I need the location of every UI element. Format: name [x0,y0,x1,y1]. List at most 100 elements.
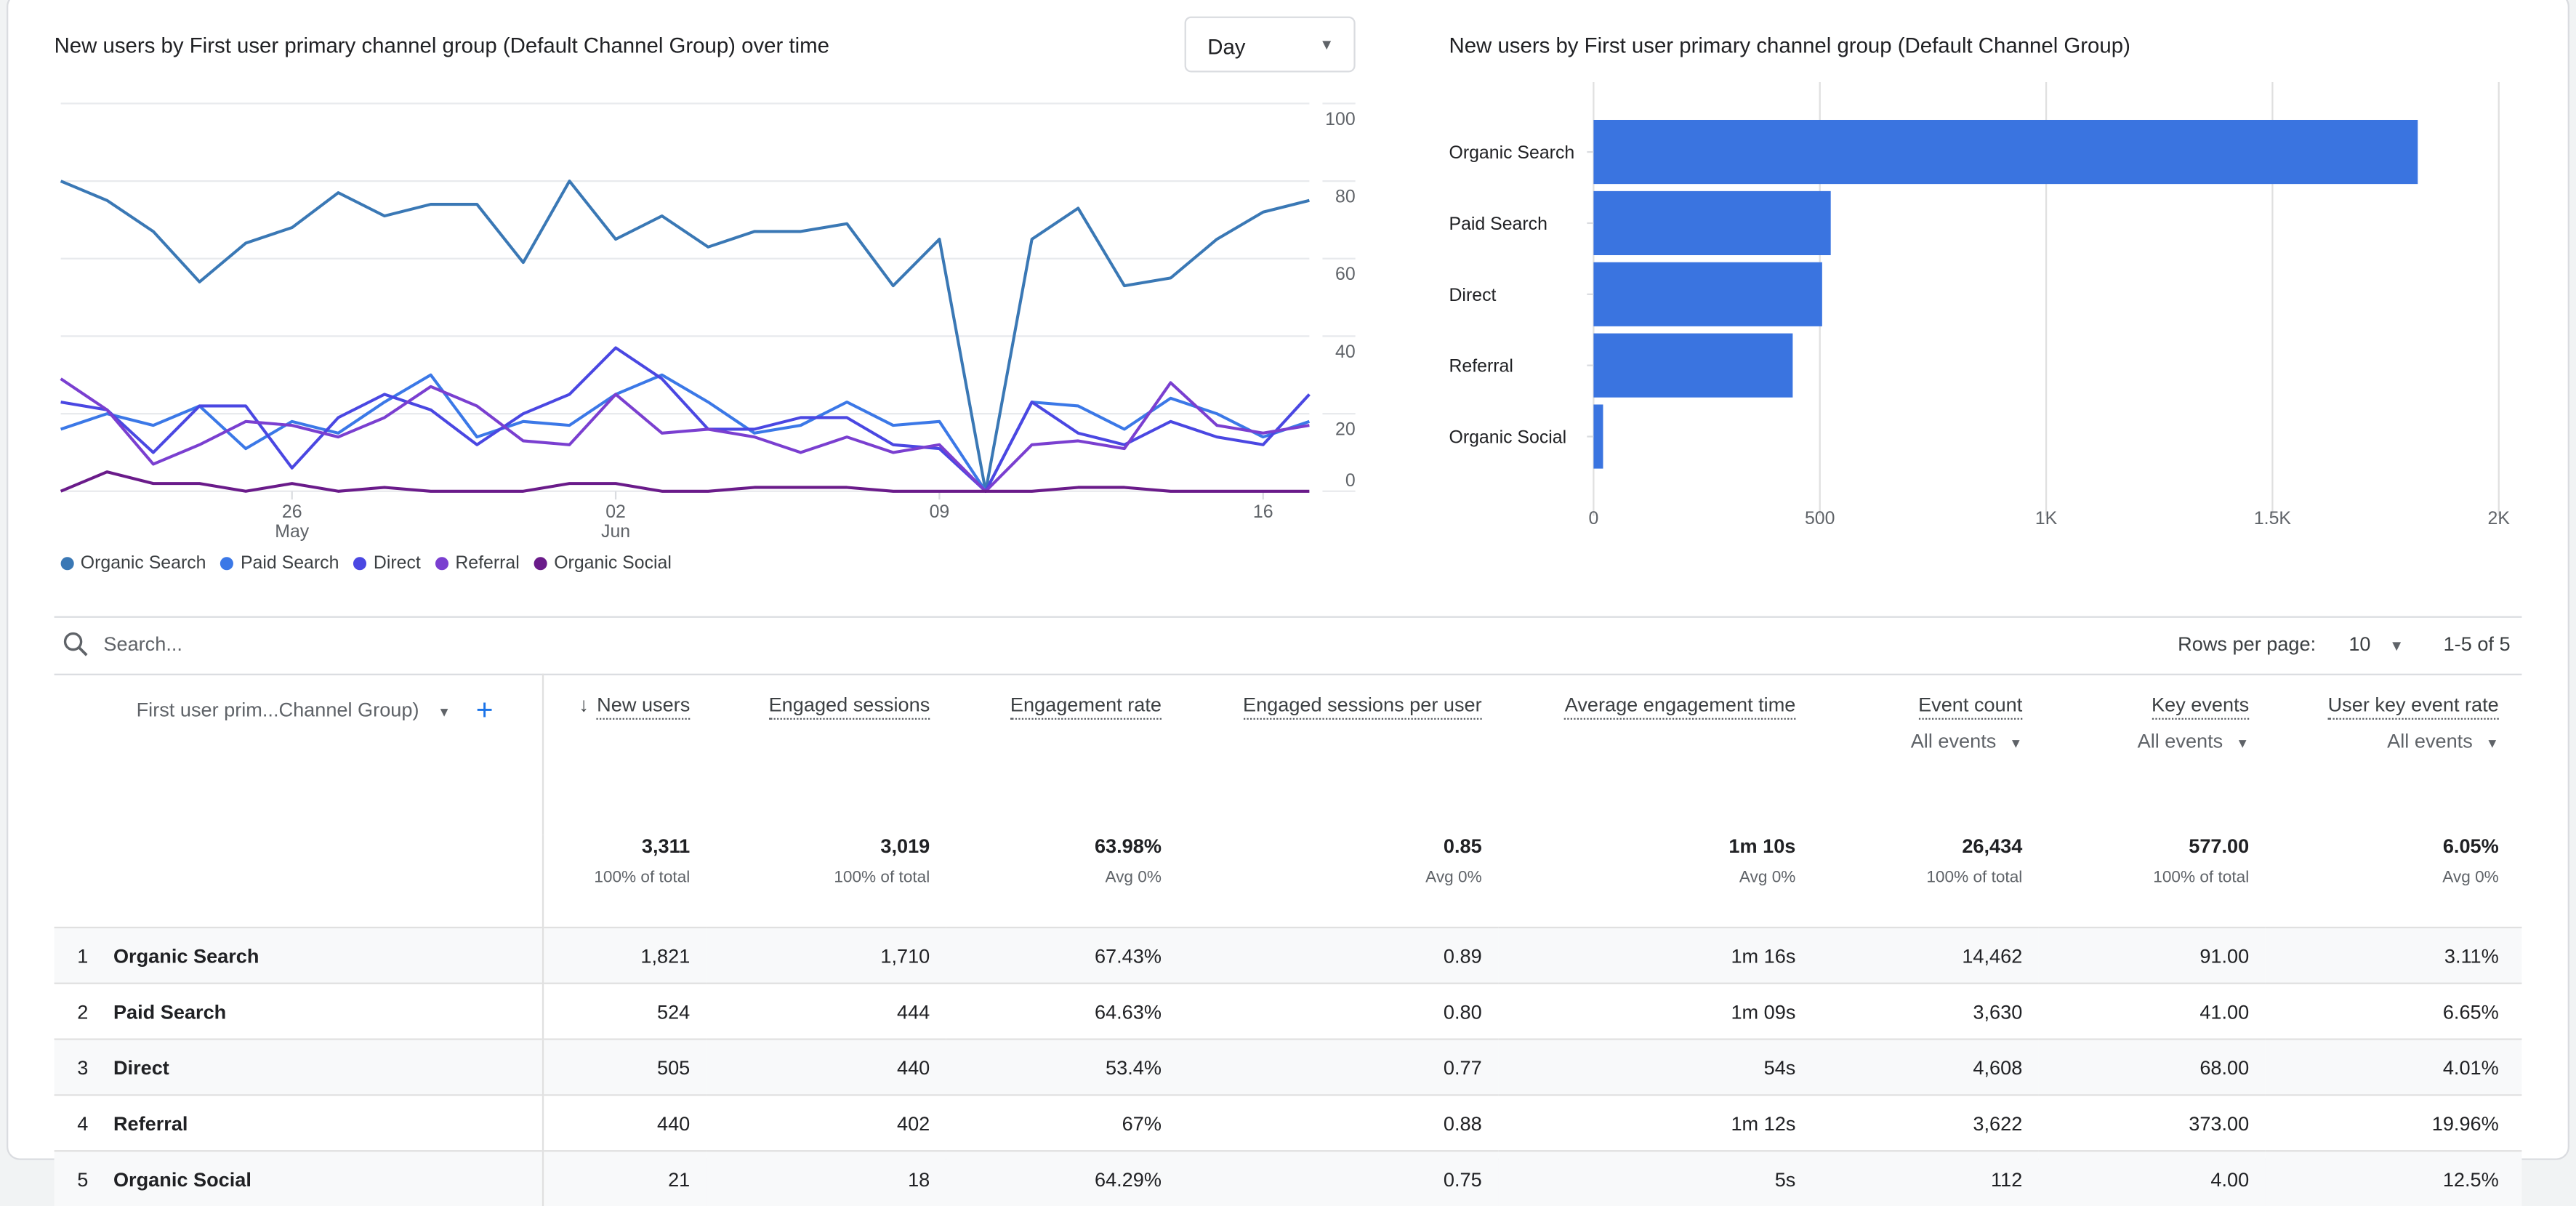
metric-cell: 0.88 [1178,1094,1499,1151]
add-dimension-icon[interactable]: + [476,694,494,726]
metric-cell: 67.43% [946,926,1178,984]
legend-item[interactable]: Direct [353,554,421,574]
category-label: Referral [1449,356,1513,377]
column-header-label: New users [597,694,691,720]
series-line-direct[interactable] [60,346,1311,493]
legend-item[interactable]: Organic Search [60,554,206,574]
table-row[interactable]: 5 Organic Social 21 18 64.29% 0.75 5s 112 4.00 12… [54,1150,2522,1206]
metric-cell: 524 [542,982,707,1040]
column-header-label: Event count [1918,694,2023,720]
bar-chart-title: New users by First user primary channel … [1449,33,2130,58]
series-line-referral[interactable] [60,377,1310,493]
totals-row: 3,311 100% of total 3,019 100% of total 63.9… [54,835,2522,888]
legend-label: Organic Social [554,553,672,574]
metric-cell: 440 [706,1038,946,1096]
x-tick-label: 2K [2488,508,2511,528]
bar-organic-search[interactable] [1593,119,2418,185]
data-table: First user prim...Channel Group) ▼ + ↓ Ne… [54,673,2522,1206]
x-tick-label: 0 [1588,508,1598,528]
metric-cell: 54s [1498,1038,1813,1096]
column-header[interactable]: Engaged sessions [707,674,946,835]
metric-cell: 4.00 [2038,1150,2266,1206]
dimension-cell[interactable]: 4 Referral [54,1094,543,1151]
event-filter-dropdown[interactable]: All events ▼ [1812,730,2023,753]
bar-chart: 0 500 1K 1.5K 2K Organic Search Paid Search Dir… [1449,82,2511,528]
row-number: 1 [77,944,89,968]
search-input[interactable]: Search... [103,632,182,656]
event-filter-value: All events [2387,729,2473,753]
metric-cell: 14,462 [1812,926,2039,984]
caret-down-icon: ▼ [2485,736,2499,751]
legend-dot-icon [220,557,234,571]
metric-cell: 3,622 [1812,1094,2039,1151]
x-tick-sublabel: Jun [601,521,630,542]
metric-cell: 0.77 [1178,1038,1499,1096]
metric-cell: 402 [706,1094,946,1151]
total-cell: 3,019 100% of total [834,835,930,888]
y-tick-label: 20 [1335,419,1356,440]
column-header[interactable]: Engaged sessions per user [1178,674,1499,835]
dimension-cell[interactable]: 5 Organic Social [54,1150,543,1206]
metric-cell: 505 [542,1038,707,1096]
legend-item[interactable]: Referral [435,554,520,574]
spacer [54,887,2522,928]
rows-per-page-select[interactable]: 10 ▼ [2348,632,2404,656]
category-label: Direct [1449,285,1496,305]
metric-cell: 1m 16s [1498,926,1813,984]
table-row[interactable]: 4 Referral 440 402 67% 0.88 1m 12s 3,622 373.00 1… [54,1094,2522,1151]
metric-cell: 64.29% [946,1150,1178,1206]
metric-cell: 112 [1812,1150,2039,1206]
table-search[interactable]: Search... [61,630,182,659]
column-header-label: Engaged sessions per user [1242,694,1482,720]
column-header[interactable]: User key event rate All events ▼ [2266,674,2522,835]
series-line-paid-search[interactable] [60,373,1311,493]
metric-cell: 1m 12s [1498,1094,1813,1151]
table-row[interactable]: 1 Organic Search 1,821 1,710 67.43% 0.89 1m 16… [54,926,2522,984]
table-row[interactable]: 3 Direct 505 440 53.4% 0.77 54s 4,608 68.00 4.01% [54,1038,2522,1096]
caret-down-icon[interactable]: ▼ [438,705,451,720]
dimension-header[interactable]: First user prim...Channel Group) ▼ + [54,673,543,835]
column-header[interactable]: Key events All events ▼ [2039,674,2266,835]
legend-item[interactable]: Paid Search [220,554,339,574]
row-number: 2 [77,1000,89,1023]
metric-cell: 1,710 [706,926,946,984]
granularity-dropdown[interactable]: Day ▼ [1184,16,1356,73]
table-row[interactable]: 2 Paid Search 524 444 64.63% 0.80 1m 09s 3,630 4… [54,982,2522,1040]
bar-referral[interactable] [1593,333,1793,398]
column-header-label: Key events [2152,694,2250,720]
column-header[interactable]: Engagement rate [946,674,1178,835]
dimension-cell[interactable]: 2 Paid Search [54,982,543,1040]
x-tick-label: 02 [605,502,626,522]
bar-direct[interactable] [1593,262,1822,326]
line-chart-title: New users by First user primary channel … [54,33,829,58]
column-header[interactable]: Event count All events ▼ [1812,674,2039,835]
series-line-organic-social[interactable] [60,470,1310,493]
metric-cell: 53.4% [946,1038,1178,1096]
metric-cell: 64.63% [946,982,1178,1040]
total-cell: 3,311 100% of total [594,835,691,888]
metric-cell: 41.00 [2038,982,2266,1040]
x-tick-sublabel: May [275,521,310,542]
metric-cell: 6.65% [2265,982,2522,1040]
column-header[interactable]: ↓ New users [542,674,707,835]
event-filter-dropdown[interactable]: All events ▼ [2039,730,2250,753]
row-label: Referral [113,1111,188,1135]
metric-cell: 19.96% [2265,1094,2522,1151]
column-header[interactable]: Average engagement time [1498,674,1812,835]
metric-cell: 21 [542,1150,707,1206]
metric-cell: 1m 09s [1498,982,1813,1040]
caret-down-icon: ▼ [2009,736,2023,751]
total-cell: 6.05% Avg 0% [2442,835,2499,888]
event-filter-dropdown[interactable]: All events ▼ [2266,730,2499,753]
search-icon [63,632,88,656]
x-tick-label: 500 [1805,508,1835,528]
line-chart: 0 20 40 60 80 100 26May 02Jun 09 16 [60,102,1356,542]
total-cell: 1m 10s Avg 0% [1728,835,1796,888]
dimension-cell[interactable]: 3 Direct [54,1038,543,1096]
legend-dot-icon [534,557,548,571]
bar-paid-search[interactable] [1593,190,1831,256]
legend-item[interactable]: Organic Social [534,554,672,574]
bar-organic-social[interactable] [1593,404,1603,469]
dimension-cell[interactable]: 1 Organic Search [54,926,543,984]
totals-label [54,835,543,888]
